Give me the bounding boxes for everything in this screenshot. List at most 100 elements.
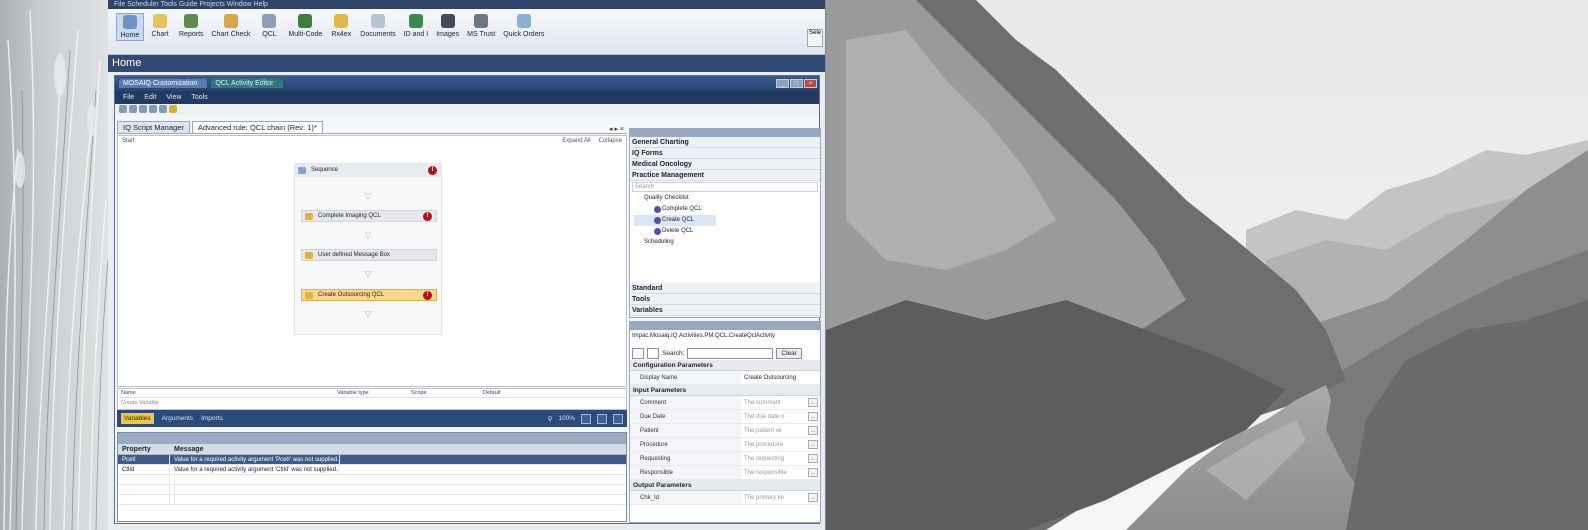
maximize-icon[interactable]: □ [790,79,803,88]
tree-node-quality-checklist[interactable]: Quality Checklist [634,193,820,204]
ribbon-ms-trust-button[interactable]: MS Trust [464,13,498,39]
error-row[interactable]: CtlId Value for a required activity argu… [118,465,626,475]
toolbox-category[interactable]: Standard [630,283,820,294]
toolbox-category[interactable]: Medical Oncology [630,159,820,170]
screen: File Scheduler Tools Guide Projects Wind… [0,0,1588,530]
property-row[interactable]: Comment The comment… [630,396,820,410]
toolbox-category[interactable]: Tools [630,294,820,305]
activity-complete-imaging-qcl[interactable]: Complete Imaging QCL ! [301,210,437,222]
property-row[interactable]: Due Date The due date o… [630,410,820,424]
window-tab-editor[interactable]: QCL Activity Editor [211,79,284,88]
sequence-container[interactable]: Sequence ! ▽ Complete Imaging QCL ! ▽ Us… [294,163,442,335]
redo-icon[interactable] [159,105,167,113]
arguments-tab[interactable]: Arguments [162,415,193,422]
chart-icon [153,14,167,28]
section-configuration[interactable]: Configuration Parameters [630,360,820,371]
ellipsis-button[interactable]: … [808,468,818,477]
error-row[interactable]: PcetI Value for a required activity argu… [118,455,626,465]
property-row[interactable]: Responsible The responsible… [630,466,820,480]
ribbon-home-button[interactable]: Home [116,13,144,41]
ribbon-rx4ex-button[interactable]: Rx4ex [327,13,355,39]
tree-item-delete-qcl[interactable]: Delete QCL [634,226,820,237]
categorized-sort-icon[interactable] [632,347,644,359]
ribbon-images-button[interactable]: Images [433,13,462,39]
menu-view[interactable]: View [166,91,181,104]
property-row[interactable]: Display Name Create Outsourcing [630,371,820,385]
property-value[interactable]: The patient wi… [742,424,820,437]
ribbon-multi-code-button[interactable]: Multi-Code [285,13,325,39]
ellipsis-button[interactable]: … [808,398,818,407]
property-value[interactable]: The comment… [742,396,820,409]
property-row[interactable]: Patient The patient wi… [630,424,820,438]
section-input[interactable]: Input Parameters [630,385,820,396]
expand-all-link[interactable]: Expand All [562,138,590,146]
ribbon-side-button[interactable]: Sele [807,29,823,47]
new-icon[interactable] [119,105,127,113]
menu-edit[interactable]: Edit [144,91,156,104]
save-icon[interactable] [139,105,147,113]
alphabetical-sort-icon[interactable] [647,347,659,359]
tree-node-scheduling[interactable]: Scheduling [634,237,820,248]
property-value[interactable]: The requesting… [742,452,820,465]
menu-tools[interactable]: Tools [191,91,207,104]
property-value[interactable]: The responsible… [742,466,820,479]
window-controls: _ □ × [776,79,819,88]
search-icon[interactable]: ⚲ [548,415,553,423]
clear-button[interactable]: Clear [776,347,802,359]
toolbox-category[interactable]: IQ Forms [630,148,820,159]
window-tab-customization[interactable]: MOSAIQ Customization [119,79,208,88]
property-row[interactable]: Procedure The procedure… [630,438,820,452]
fit-icon[interactable] [581,413,591,424]
fullscreen-icon[interactable] [613,413,623,424]
sequence-header[interactable]: Sequence ! [295,164,441,177]
tree-item-create-qcl[interactable]: Create QCL [634,215,716,226]
run-icon[interactable] [169,105,177,113]
close-icon[interactable]: × [804,79,817,88]
toolbox-category[interactable]: Variables [630,305,820,316]
property-value[interactable]: Create Outsourcing [742,371,820,384]
property-value[interactable]: The due date o… [742,410,820,423]
ellipsis-button[interactable]: … [808,440,818,449]
home-icon [123,15,137,29]
collapse-link[interactable]: Collapse [599,138,622,146]
activity-message-box[interactable]: User defined Message Box [301,249,437,261]
toolbox-search-input[interactable]: Search [632,182,818,192]
ribbon-chart-check-button[interactable]: Chart Check [209,13,254,39]
ribbon-qcl-button[interactable]: QCL [255,13,283,39]
main-menu-bar[interactable]: File Scheduler Tools Guide Projects Wind… [108,0,825,9]
overview-icon[interactable] [597,413,607,424]
zoom-level[interactable]: 100% [558,415,575,422]
tab-iq-script-manager[interactable]: IQ Script Manager [117,121,190,133]
ellipsis-button[interactable]: … [808,454,818,463]
ribbon-quick-orders-button[interactable]: Quick Orders [500,13,547,39]
tab-advanced-rule[interactable]: Advanced rule: QCL chain (Rev: 1)* [191,121,323,133]
open-icon[interactable] [129,105,137,113]
property-value[interactable]: The procedure… [742,438,820,451]
variables-tab[interactable]: Variables [121,413,154,424]
chevron-down-icon: ▽ [364,309,372,319]
tree-item-complete-qcl[interactable]: Complete QCL [634,204,820,215]
property-row[interactable]: Requesting The requesting… [630,452,820,466]
activity-icon [305,252,313,259]
toolbox-category[interactable]: General Charting [630,137,820,148]
ellipsis-button[interactable]: … [808,426,818,435]
ellipsis-button[interactable]: … [808,412,818,421]
toolbox-category[interactable]: Practice Management [630,170,820,181]
ribbon-documents-button[interactable]: Documents [357,13,398,39]
menu-file[interactable]: File [123,91,134,104]
property-value[interactable]: The primary ke… [742,491,820,504]
breadcrumb[interactable]: Start [122,138,135,146]
activity-create-outsourcing-qcl[interactable]: Create Outsourcing QCL ! [301,289,437,301]
imports-tab[interactable]: Imports [201,415,223,422]
property-row[interactable]: Chk_Id The primary ke… [630,491,820,505]
section-output[interactable]: Output Parameters [630,480,820,491]
ribbon-chart-button[interactable]: Chart [146,13,174,39]
create-variable-link[interactable]: Create Variable [118,398,626,408]
properties-search-input[interactable] [687,347,774,359]
ribbon-id-button[interactable]: ID and I [401,13,432,39]
minimize-icon[interactable]: _ [776,79,789,88]
undo-icon[interactable] [149,105,157,113]
tab-controls[interactable]: ◂ ▸ × [609,125,627,133]
ribbon-reports-button[interactable]: Reports [176,13,207,39]
ellipsis-button[interactable]: … [808,493,818,502]
